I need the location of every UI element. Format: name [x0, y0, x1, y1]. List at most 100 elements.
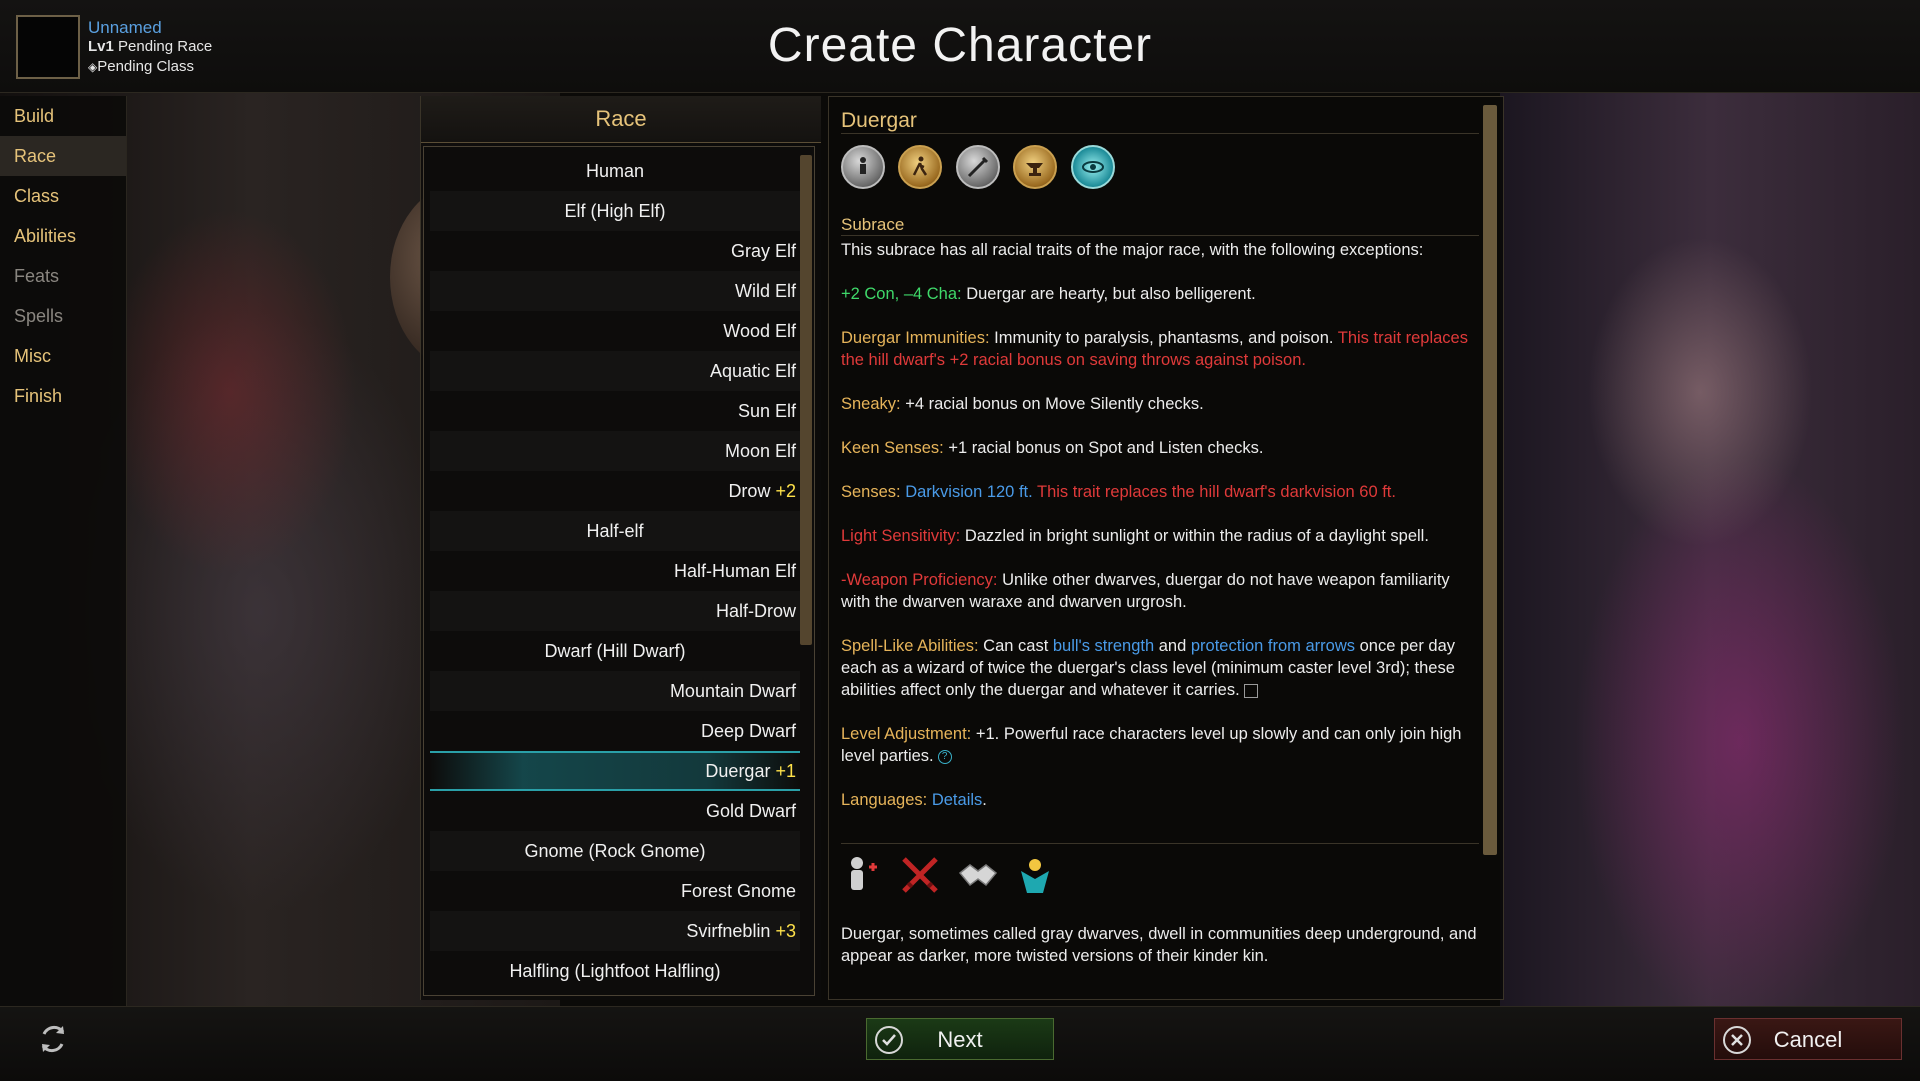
trait-text: Can cast — [978, 637, 1053, 655]
race-row[interactable]: Half-elf — [430, 511, 800, 551]
spell-link-bulls-strength[interactable]: bull's strength — [1053, 637, 1154, 655]
nav-item-class[interactable]: Class — [0, 176, 126, 216]
race-name: Half-elf — [586, 521, 644, 541]
race-row[interactable]: Elf (High Elf) — [430, 191, 800, 231]
trait-text: +4 racial bonus on Move Silently checks. — [900, 395, 1204, 413]
race-list-scrollbar[interactable] — [800, 155, 812, 645]
trait-label: Light Sensitivity: — [841, 527, 961, 545]
race-feature-icons — [841, 853, 1066, 901]
trait-spell-like-abilities: Spell-Like Abilities: Can cast bull's st… — [841, 635, 1481, 701]
trait-level-adjustment: Level Adjustment: +1. Powerful race char… — [841, 723, 1481, 767]
nav-item-feats[interactable]: Feats — [0, 256, 126, 296]
description-divider — [841, 843, 1479, 844]
book-icon[interactable] — [1243, 683, 1258, 698]
race-row[interactable]: Gray Elf — [430, 231, 800, 271]
race-row[interactable]: Halfling (Lightfoot Halfling) — [430, 951, 800, 991]
trait-immunities: Duergar Immunities: Immunity to paralysi… — [841, 327, 1481, 371]
race-row[interactable]: Dwarf (Hill Dwarf) — [430, 631, 800, 671]
handshake-icon[interactable] — [956, 853, 1000, 897]
race-panel-header: Race — [421, 96, 821, 143]
subrace-divider — [841, 235, 1479, 236]
humanoid-icon[interactable] — [841, 145, 885, 189]
race-row[interactable]: Sun Elf — [430, 391, 800, 431]
race-name: Dwarf (Hill Dwarf) — [544, 641, 686, 661]
trait-text: and — [1154, 637, 1191, 655]
nav-item-abilities[interactable]: Abilities — [0, 216, 126, 256]
crossed-swords-icon[interactable] — [898, 853, 942, 897]
race-row[interactable]: Moon Elf — [430, 431, 800, 471]
trait-label: Spell-Like Abilities: — [841, 637, 979, 655]
stats-icon[interactable] — [841, 853, 885, 897]
race-detail-panel: Duergar Subrace This subrace has all rac… — [828, 96, 1504, 1000]
languages-details-link[interactable]: Details — [932, 791, 982, 809]
race-detail-title: Duergar — [841, 109, 917, 132]
darkvision-link[interactable]: Darkvision 120 ft. — [905, 483, 1032, 501]
race-panel: Race Human Elf (High Elf) Gray Elf Wild Elf… — [420, 96, 821, 1000]
race-name: Gnome (Rock Gnome) — [524, 841, 706, 861]
race-row[interactable]: Duergar +1 — [430, 751, 800, 791]
race-row[interactable]: Drow +2 — [430, 471, 800, 511]
page-title: Create Character — [767, 19, 1153, 72]
race-row[interactable]: Forest Gnome — [430, 871, 800, 911]
race-row[interactable]: Svirfneblin +3 — [430, 911, 800, 951]
trait-sneaky: Sneaky: +4 racial bonus on Move Silently… — [841, 393, 1481, 415]
nav-item-build[interactable]: Build — [0, 96, 126, 136]
subrace-intro: This subrace has all racial traits of th… — [841, 241, 1424, 259]
race-name: Deep Dwarf — [700, 721, 796, 741]
race-row[interactable]: Half-Drow — [430, 591, 800, 631]
walking-speed-icon[interactable] — [898, 145, 943, 189]
cancel-button[interactable]: Cancel — [1714, 1018, 1902, 1060]
race-row[interactable]: Wild Elf — [430, 271, 800, 311]
nav-item-spells[interactable]: Spells — [0, 296, 126, 336]
race-name: Halfling (Lightfoot Halfling) — [509, 961, 721, 981]
next-button-label: Next — [937, 1027, 983, 1052]
trait-text: . — [982, 791, 987, 809]
level-adjustment-badge: +3 — [775, 921, 796, 941]
top-bar: Unnamed Lv1 Pending Race ◈Pending Class … — [0, 0, 1920, 93]
spell-link-protection-from-arrows[interactable]: protection from arrows — [1191, 637, 1355, 655]
trait-label: Sneaky: — [841, 395, 901, 413]
race-row[interactable]: Half-Human Elf — [430, 551, 800, 591]
detail-scrollbar[interactable] — [1483, 105, 1497, 855]
nav-item-race[interactable]: Race — [0, 136, 126, 176]
race-row[interactable]: Deep Dwarf — [430, 711, 800, 751]
next-button[interactable]: Next — [866, 1018, 1054, 1060]
cancel-button-label: Cancel — [1773, 1027, 1843, 1052]
race-name: Wild Elf — [734, 281, 796, 301]
help-icon[interactable]: ? — [937, 749, 952, 764]
trait-light-sensitivity: Light Sensitivity: Dazzled in bright sun… — [841, 525, 1481, 547]
nav-item-finish[interactable]: Finish — [0, 376, 126, 416]
trait-senses: Senses: Darkvision 120 ft. This trait re… — [841, 481, 1481, 503]
trait-keen-senses: Keen Senses: +1 racial bonus on Spot and… — [841, 437, 1481, 459]
nav-item-misc[interactable]: Misc — [0, 336, 126, 376]
title-divider — [841, 133, 1479, 134]
trait-label: Senses: — [841, 483, 901, 501]
race-name: Wood Elf — [723, 321, 796, 341]
deity-icon[interactable] — [1013, 853, 1057, 897]
race-name: Gray Elf — [730, 241, 796, 261]
sword-icon[interactable] — [955, 145, 1000, 189]
race-name: Half-Human Elf — [673, 561, 796, 581]
trait-label: Level Adjustment: — [841, 725, 972, 743]
trait-label: -Weapon Proficiency: — [841, 571, 998, 589]
trait-label: Languages: — [841, 791, 928, 809]
race-name: Forest Gnome — [680, 881, 796, 901]
trait-text: Immunity to paralysis, phantasms, and po… — [989, 329, 1338, 347]
race-name: Svirfneblin — [686, 921, 771, 941]
race-name: Aquatic Elf — [709, 361, 796, 381]
race-row[interactable]: Mountain Dwarf — [430, 671, 800, 711]
race-name: Moon Elf — [724, 441, 796, 461]
race-list: Human Elf (High Elf) Gray Elf Wild Elf Wood … — [423, 146, 815, 996]
race-row[interactable]: Aquatic Elf — [430, 351, 800, 391]
eye-icon[interactable] — [1070, 145, 1115, 189]
trait-text: +1 racial bonus on Spot and Listen check… — [943, 439, 1264, 457]
anvil-icon[interactable] — [1013, 145, 1058, 189]
trait-label: +2 Con, –4 Cha: — [841, 285, 962, 303]
race-row[interactable]: Human — [430, 151, 800, 191]
race-row[interactable]: Gnome (Rock Gnome) — [430, 831, 800, 871]
subrace-heading: Subrace — [841, 215, 905, 234]
race-row[interactable]: Wood Elf — [430, 311, 800, 351]
refresh-icon[interactable] — [36, 1022, 70, 1056]
race-row[interactable]: Gold Dwarf — [430, 791, 800, 831]
trait-label: Keen Senses: — [841, 439, 944, 457]
